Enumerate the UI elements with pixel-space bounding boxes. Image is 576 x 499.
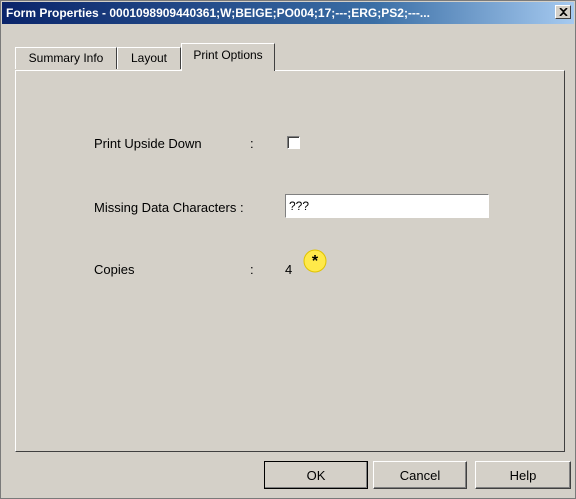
tab-layout[interactable]: Layout	[117, 47, 181, 69]
print-upside-down-label: Print Upside Down	[94, 136, 202, 151]
copies-label: Copies	[94, 262, 135, 277]
print-options-panel	[15, 70, 565, 452]
tab-print-options[interactable]: Print Options	[181, 43, 275, 71]
tab-summary-info[interactable]: Summary Info	[15, 47, 117, 69]
copies-value: 4	[285, 262, 293, 277]
form-properties-dialog: Form Properties - 0001098909440361;W;BEI…	[0, 0, 576, 499]
missing-data-label: Missing Data Characters :	[94, 200, 244, 215]
missing-data-input[interactable]	[285, 194, 489, 218]
cancel-button[interactable]: Cancel	[373, 461, 467, 489]
help-button[interactable]: Help	[475, 461, 571, 489]
star-badge-symbol: *	[312, 253, 319, 270]
window-title: Form Properties - 0001098909440361;W;BEI…	[6, 6, 430, 20]
close-button[interactable]	[555, 5, 571, 19]
copies-colon: :	[250, 262, 254, 277]
title-bar[interactable]: Form Properties - 0001098909440361;W;BEI…	[2, 2, 574, 24]
print-upside-down-colon: :	[250, 136, 254, 151]
close-icon	[559, 8, 568, 16]
ok-button[interactable]: OK	[264, 461, 368, 489]
print-upside-down-checkbox[interactable]	[287, 136, 300, 149]
star-badge-icon: *	[303, 249, 327, 273]
